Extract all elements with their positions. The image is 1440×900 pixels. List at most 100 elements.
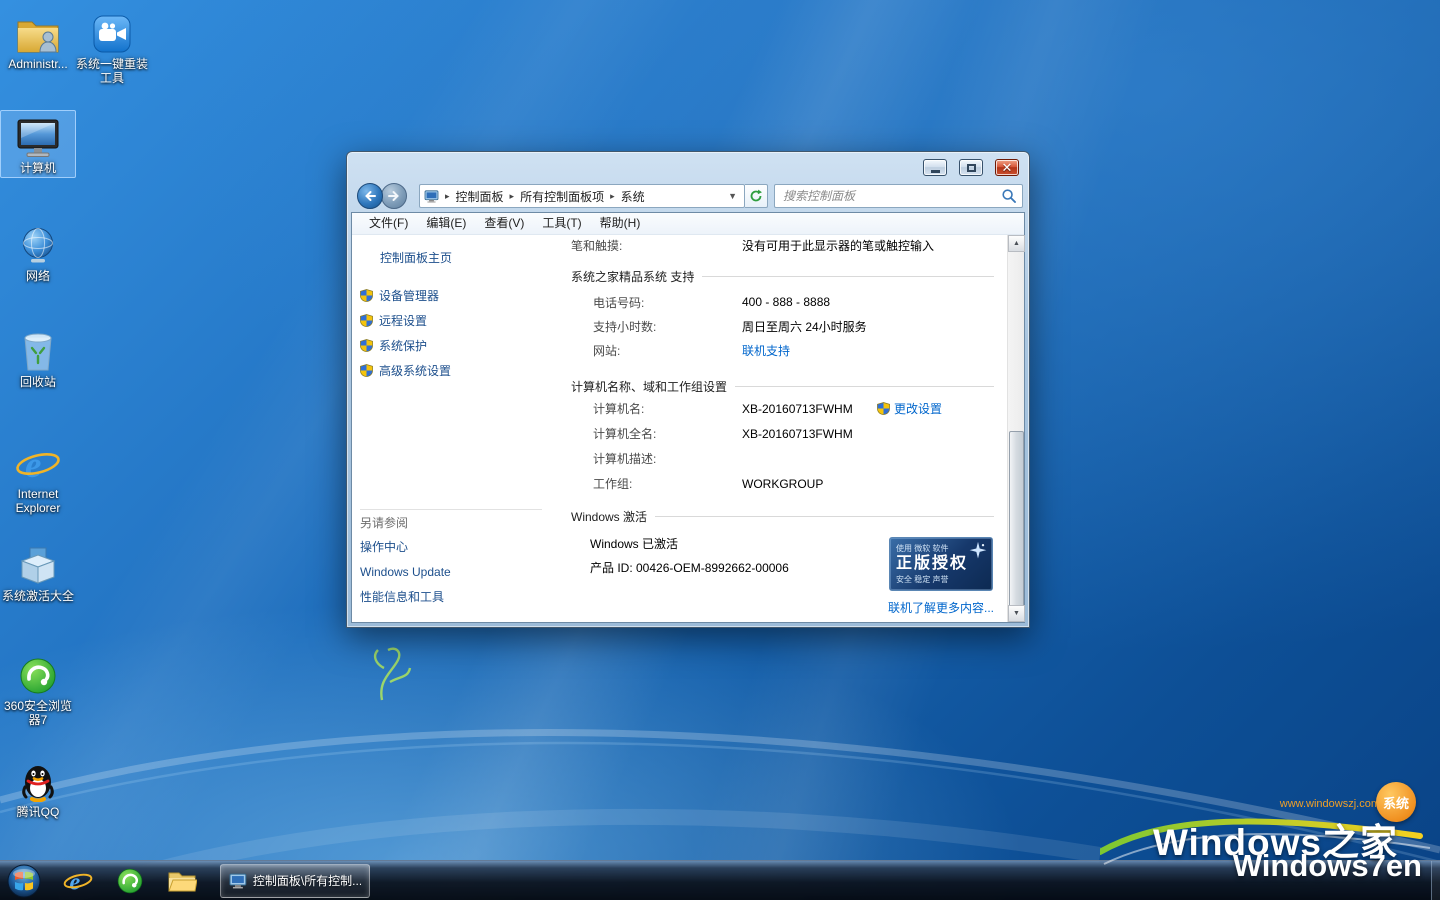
learn-more-online-link[interactable]: 联机了解更多内容... [888,599,994,616]
maximize-button[interactable] [959,159,983,176]
change-settings-link[interactable]: 更改设置 [877,400,942,417]
breadcrumb-item-all-items[interactable]: 所有控制面板项 [520,188,604,205]
section-rule [735,386,994,387]
hours-row: 支持小时数: 周日至周六 24小时服务 [571,314,994,338]
pen-touch-value: 没有可用于此显示器的笔或触控输入 [742,237,934,254]
pen-touch-label: 笔和触摸: [571,237,742,254]
search-box[interactable] [774,184,1023,208]
computer-name-row: 计算机名: XB-20160713FWHM 更改设置 [571,396,994,421]
minimize-icon [931,170,940,173]
taskbar-ie-button[interactable]: e [52,862,104,900]
computer-name-label: 计算机名: [593,400,742,417]
maximize-icon [967,164,976,172]
breadcrumb[interactable]: ▸ 控制面板 ▸ 所有控制面板项 ▸ 系统 ▼ [419,184,745,208]
uac-shield-icon [360,364,373,377]
forward-arrow-icon [388,190,400,202]
online-support-link[interactable]: 联机支持 [742,342,790,359]
desktop-icon-reinstall-tool[interactable]: 系统一键重装工具 [74,6,150,88]
uac-shield-icon [360,314,373,327]
svg-text:e: e [25,445,41,484]
desktop-icon-360-browser[interactable]: 360安全浏览器7 [0,648,76,730]
360-browser-icon [116,867,144,895]
desktop-icon-label: 回收站 [1,375,75,389]
forward-button[interactable] [381,183,407,209]
see-also-heading: 另请参阅 [352,510,552,534]
menu-edit[interactable]: 编辑(E) [417,213,475,234]
full-name-row: 计算机全名: XB-20160713FWHM [571,421,994,446]
description-row: 计算机描述: [571,446,994,471]
desktop-icon-network[interactable]: 网络 [0,218,76,286]
breadcrumb-item-control-panel[interactable]: 控制面板 [456,188,504,205]
full-name-label: 计算机全名: [593,425,742,442]
desktop-icon-activation-suite[interactable]: 系统激活大全 [0,538,76,606]
scroll-up-button[interactable]: ▲ [1008,235,1025,252]
website-row: 网站: 联机支持 [571,338,994,362]
support-section-header: 系统之家精品系统 支持 [571,266,994,286]
close-button[interactable]: ✕ [995,159,1019,176]
sidebar-item-control-panel-home[interactable]: 控制面板主页 [352,249,552,267]
sidebar-item-action-center[interactable]: 操作中心 [352,534,552,559]
address-control-panel-icon [424,190,439,203]
control-panel-icon [229,873,247,889]
taskbar-explorer-button[interactable] [156,862,208,900]
workgroup-row: 工作组: WORKGROUP [571,471,994,496]
phone-label: 电话号码: [593,294,742,311]
desktop-icon-label: 腾讯QQ [1,805,75,819]
change-settings-label: 更改设置 [894,400,942,417]
refresh-icon [749,189,763,203]
taskbar: e 控制面板\所有控制... [0,860,1440,900]
activation-status: Windows 已激活 [590,535,678,552]
desktop: Administr... 系统一键重装工具 计算机 [0,0,1440,900]
breadcrumb-item-system[interactable]: 系统 [621,188,645,205]
desktop-icon-label: 网络 [1,269,75,283]
scrollbar-thumb[interactable] [1009,431,1024,607]
sidebar-item-windows-update[interactable]: Windows Update [352,559,552,584]
back-button[interactable] [357,183,383,209]
refresh-button[interactable] [745,184,768,208]
website-label: 网站: [593,342,742,359]
taskbar-active-task-control-panel[interactable]: 控制面板\所有控制... [220,864,370,898]
hours-label: 支持小时数: [593,318,742,335]
phone-row: 电话号码: 400 - 888 - 8888 [571,290,994,314]
activation-section-title: Windows 激活 [571,508,647,525]
desktop-icon-internet-explorer[interactable]: e Internet Explorer [0,436,76,518]
show-desktop-button[interactable] [1431,861,1440,900]
vertical-scrollbar[interactable]: ▲ ▼ [1007,235,1024,622]
network-globe-icon [1,222,75,266]
minimize-button[interactable] [923,159,947,176]
sidebar-item-performance-tools[interactable]: 性能信息和工具 [352,584,552,609]
menu-file[interactable]: 文件(F) [360,213,417,234]
menu-tools[interactable]: 工具(T) [533,213,590,234]
svg-text:e: e [70,868,81,895]
hours-value: 周日至周六 24小时服务 [742,318,867,335]
sidebar-item-system-protection[interactable]: 系统保护 [352,333,552,358]
watermark-badge-label: 系统 [1383,793,1409,812]
search-input[interactable] [781,188,1002,204]
desktop-icon-label: Internet Explorer [1,487,75,515]
genuine-microsoft-badge[interactable]: 使用 微软 软件 正版授权 安全 稳定 声誉 [889,537,993,591]
address-dropdown-icon[interactable]: ▼ [725,191,740,201]
start-button[interactable] [6,863,42,899]
sidebar-item-advanced-settings[interactable]: 高级系统设置 [352,358,552,383]
360-browser-icon [1,652,75,696]
sidebar-item-label: 远程设置 [379,312,427,329]
description-label: 计算机描述: [593,450,742,467]
desktop-icon-recycle-bin[interactable]: 回收站 [0,324,76,392]
uac-shield-icon [877,402,890,415]
window-titlebar[interactable]: ✕ [347,152,1029,180]
product-id: 产品 ID: 00426-OEM-8992662-00006 [590,559,789,576]
menu-help[interactable]: 帮助(H) [591,213,650,234]
taskbar-360-browser-button[interactable] [104,862,156,900]
desktop-icon-qq[interactable]: 腾讯QQ [0,754,76,822]
pen-touch-row: 笔和触摸: 没有可用于此显示器的笔或触控输入 [571,236,994,254]
sidebar-item-label: 高级系统设置 [379,362,451,379]
scroll-down-button[interactable]: ▼ [1008,605,1025,622]
internet-explorer-icon: e [63,867,93,895]
uac-shield-icon [360,339,373,352]
desktop-icon-computer[interactable]: 计算机 [0,110,76,178]
desktop-icon-label: 360安全浏览器7 [1,699,75,727]
menu-view[interactable]: 查看(V) [475,213,533,234]
desktop-icon-administrator[interactable]: Administr... [0,6,76,74]
sidebar-item-device-manager[interactable]: 设备管理器 [352,283,552,308]
sidebar-item-remote-settings[interactable]: 远程设置 [352,308,552,333]
